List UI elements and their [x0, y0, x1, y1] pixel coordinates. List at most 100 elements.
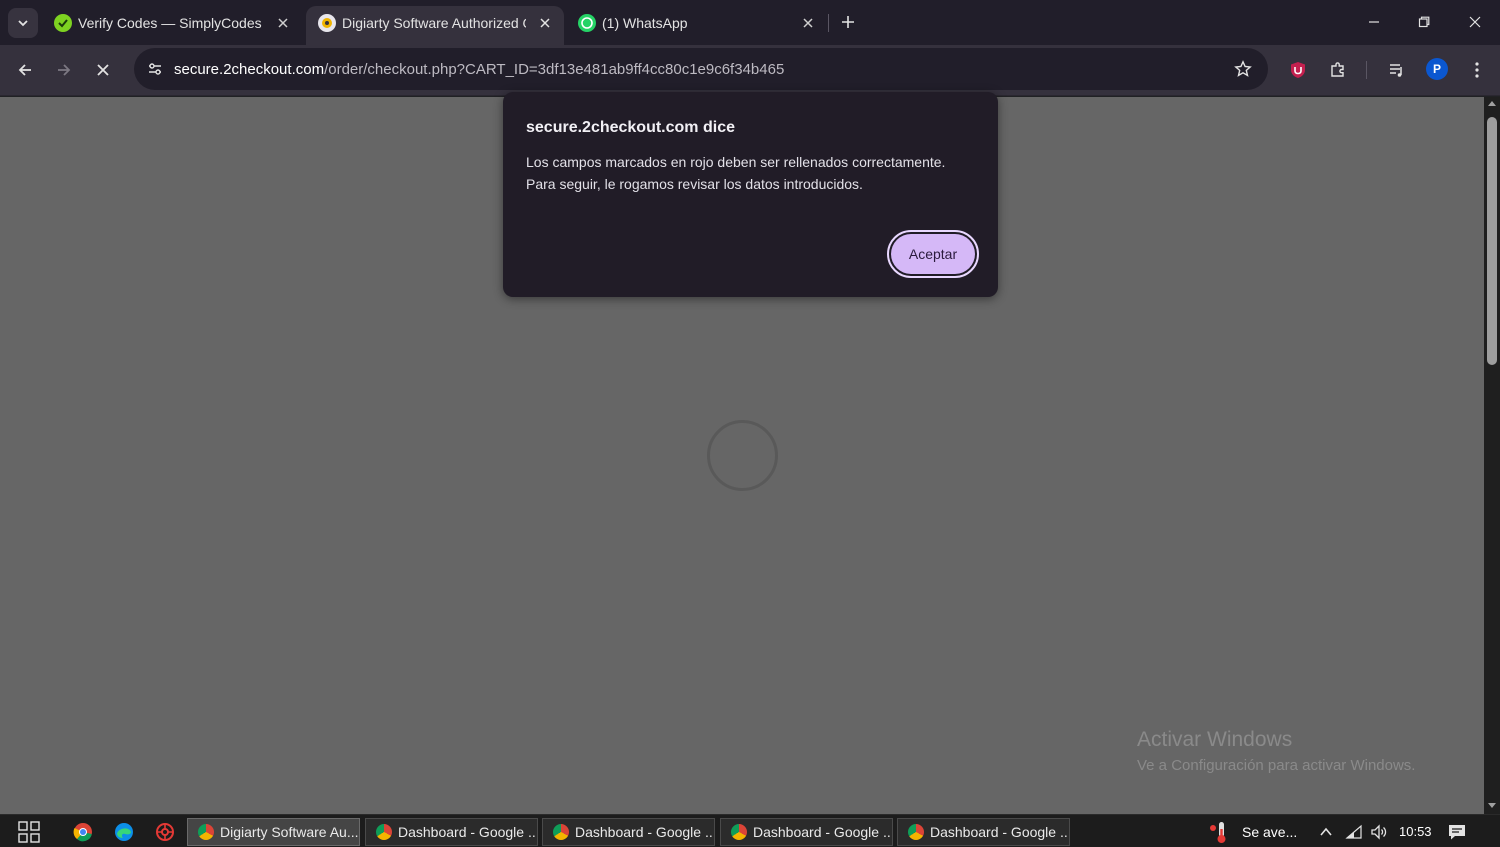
restore-button[interactable] — [1409, 8, 1439, 36]
more-vertical-icon — [1475, 62, 1479, 78]
scroll-thumb[interactable] — [1487, 117, 1497, 365]
grid-icon — [18, 821, 40, 843]
extensions-button[interactable] — [1325, 57, 1351, 83]
taskbar-window-label: Dashboard - Google ... — [753, 824, 893, 840]
taskbar-window-label: Digiarty Software Au... — [220, 824, 359, 840]
back-button[interactable] — [10, 55, 40, 85]
network-button[interactable] — [1345, 823, 1363, 841]
settings-wheel-icon — [156, 823, 174, 841]
speaker-icon — [1371, 824, 1387, 840]
close-icon[interactable] — [798, 13, 818, 33]
taskbar-window-label: Dashboard - Google ... — [930, 824, 1070, 840]
close-icon — [1469, 16, 1481, 28]
accept-button-label: Aceptar — [891, 234, 975, 274]
close-icon[interactable] — [535, 13, 555, 33]
scroll-up-arrow[interactable] — [1488, 101, 1496, 106]
bookmark-star-button[interactable] — [1232, 58, 1254, 80]
restore-icon — [1418, 16, 1430, 28]
tab-strip: Verify Codes — SimplyCodes Digiarty Soft… — [0, 0, 1500, 45]
address-bar[interactable]: secure.2checkout.com/order/checkout.php?… — [134, 48, 1268, 90]
tab-title: Verify Codes — SimplyCodes — [78, 15, 262, 31]
dialog-message: Los campos marcados en rojo deben ser re… — [526, 151, 976, 195]
chrome-icon — [73, 823, 92, 842]
chrome-pinned-button[interactable] — [71, 820, 95, 844]
accept-button[interactable]: Aceptar — [887, 230, 979, 278]
taskbar-window-label: Dashboard - Google ... — [575, 824, 715, 840]
taskbar-window-dashboard[interactable]: Dashboard - Google ... — [897, 818, 1070, 846]
toolbar-separator — [1366, 61, 1367, 79]
arrow-right-icon — [58, 64, 71, 76]
loading-spinner — [707, 420, 778, 491]
shield-icon — [1291, 62, 1305, 78]
digiarty-icon — [318, 14, 336, 32]
chrome-icon — [731, 824, 747, 840]
edge-icon — [115, 823, 133, 841]
chrome-icon — [198, 824, 214, 840]
chevron-up-icon — [1320, 827, 1332, 836]
dialog-message-line: Los campos marcados en rojo deben ser re… — [526, 154, 946, 170]
close-window-button[interactable] — [1460, 8, 1490, 36]
whatsapp-icon — [578, 14, 596, 32]
alert-dialog: secure.2checkout.com dice Los campos mar… — [503, 92, 998, 297]
weather-text[interactable]: Se ave... — [1242, 824, 1297, 840]
app-pinned-button[interactable] — [153, 820, 177, 844]
wifi-icon — [1345, 824, 1362, 839]
browser-menu-button[interactable] — [1464, 57, 1490, 83]
notifications-button[interactable] — [1448, 823, 1466, 841]
watermark-subtitle: Ve a Configuración para activar Windows. — [1137, 757, 1416, 774]
puzzle-icon — [1331, 62, 1344, 77]
tab-title: Digiarty Software Authorized O — [342, 15, 526, 31]
minimize-button[interactable] — [1359, 8, 1389, 36]
chrome-icon — [376, 824, 392, 840]
dialog-title: secure.2checkout.com dice — [526, 119, 735, 136]
scroll-down-arrow[interactable] — [1488, 803, 1496, 808]
star-icon — [1234, 60, 1252, 77]
taskbar-window-dashboard[interactable]: Dashboard - Google ... — [720, 818, 893, 846]
tab-simplycodes[interactable]: Verify Codes — SimplyCodes — [42, 6, 304, 45]
show-hidden-icons-button[interactable] — [1317, 823, 1335, 841]
close-icon — [97, 64, 109, 76]
tab-search-button[interactable] — [8, 8, 38, 38]
queue-music-icon — [1390, 64, 1402, 77]
chevron-down-icon — [18, 20, 28, 27]
chrome-icon — [908, 824, 924, 840]
weather-widget-button[interactable] — [1208, 820, 1230, 844]
task-view-button[interactable] — [17, 820, 41, 844]
taskbar-window-dashboard[interactable]: Dashboard - Google ... — [542, 818, 715, 846]
url-host: secure.2checkout.com — [174, 61, 325, 78]
edge-pinned-button[interactable] — [112, 820, 136, 844]
thermometer-icon — [1210, 822, 1226, 843]
clock[interactable]: 10:53 — [1399, 824, 1432, 839]
taskbar-window-digiarty[interactable]: Digiarty Software Au... — [187, 818, 360, 846]
url-text: secure.2checkout.com/order/checkout.php?… — [174, 61, 784, 78]
watermark-title: Activar Windows — [1137, 728, 1293, 751]
simplycodes-icon — [54, 14, 72, 32]
tab-title: (1) WhatsApp — [602, 15, 688, 31]
activate-windows-watermark: Activar Windows Ve a Configuración para … — [1137, 728, 1415, 774]
windows-taskbar: Digiarty Software Au... Dashboard - Goog… — [0, 814, 1500, 847]
minimize-icon — [1369, 21, 1379, 23]
forward-button[interactable] — [49, 55, 79, 85]
tune-icon — [149, 63, 161, 75]
profile-avatar[interactable]: P — [1426, 58, 1448, 80]
media-controls-button[interactable] — [1384, 57, 1410, 83]
plus-icon — [842, 16, 854, 28]
arrow-left-icon — [18, 64, 31, 76]
browser-toolbar: secure.2checkout.com/order/checkout.php?… — [0, 45, 1500, 96]
site-info-button[interactable] — [140, 54, 170, 84]
dialog-message-line: Para seguir, le rogamos revisar los dato… — [526, 176, 863, 192]
tab-whatsapp[interactable]: (1) WhatsApp — [566, 6, 826, 45]
tab-separator — [828, 14, 829, 32]
url-path: /order/checkout.php?CART_ID=3df13e481ab9… — [324, 61, 785, 78]
volume-button[interactable] — [1370, 823, 1388, 841]
tab-digiarty[interactable]: Digiarty Software Authorized O — [306, 6, 564, 45]
chrome-icon — [553, 824, 569, 840]
page-scrollbar[interactable] — [1484, 97, 1500, 814]
taskbar-window-dashboard[interactable]: Dashboard - Google ... — [365, 818, 538, 846]
ublock-extension-button[interactable] — [1285, 57, 1311, 83]
message-icon — [1449, 825, 1465, 840]
close-icon[interactable] — [273, 13, 293, 33]
new-tab-button[interactable] — [836, 10, 860, 34]
stop-loading-button[interactable] — [88, 55, 118, 85]
taskbar-window-label: Dashboard - Google ... — [398, 824, 538, 840]
